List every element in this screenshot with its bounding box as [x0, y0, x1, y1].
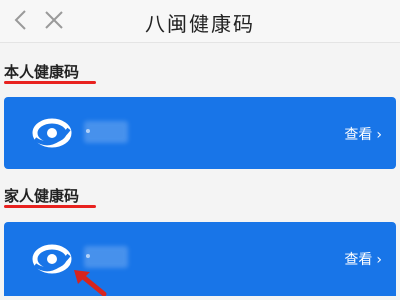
page-title: 八闽健康码 [145, 12, 255, 36]
family-health-code-card[interactable]: 查看 › [4, 222, 396, 296]
chevron-right-icon: › [376, 127, 382, 143]
masked-name [84, 246, 128, 268]
view-label: 查看 [344, 127, 373, 143]
view-self-code-link[interactable]: 查看 › [344, 124, 382, 144]
health-code-logo-icon [32, 113, 72, 153]
label-underline [4, 205, 96, 208]
view-label: 查看 [344, 252, 373, 268]
chevron-right-icon: › [376, 252, 382, 268]
top-bar: 八闽健康码 [0, 0, 400, 43]
label-underline [4, 81, 96, 84]
section-label-family: 家人健康码 [4, 187, 80, 205]
view-family-code-link[interactable]: 查看 › [344, 249, 382, 269]
health-code-logo-icon [32, 239, 72, 279]
self-health-code-card[interactable]: 查看 › [4, 97, 396, 169]
masked-name [84, 121, 128, 143]
section-label-self: 本人健康码 [4, 63, 80, 81]
